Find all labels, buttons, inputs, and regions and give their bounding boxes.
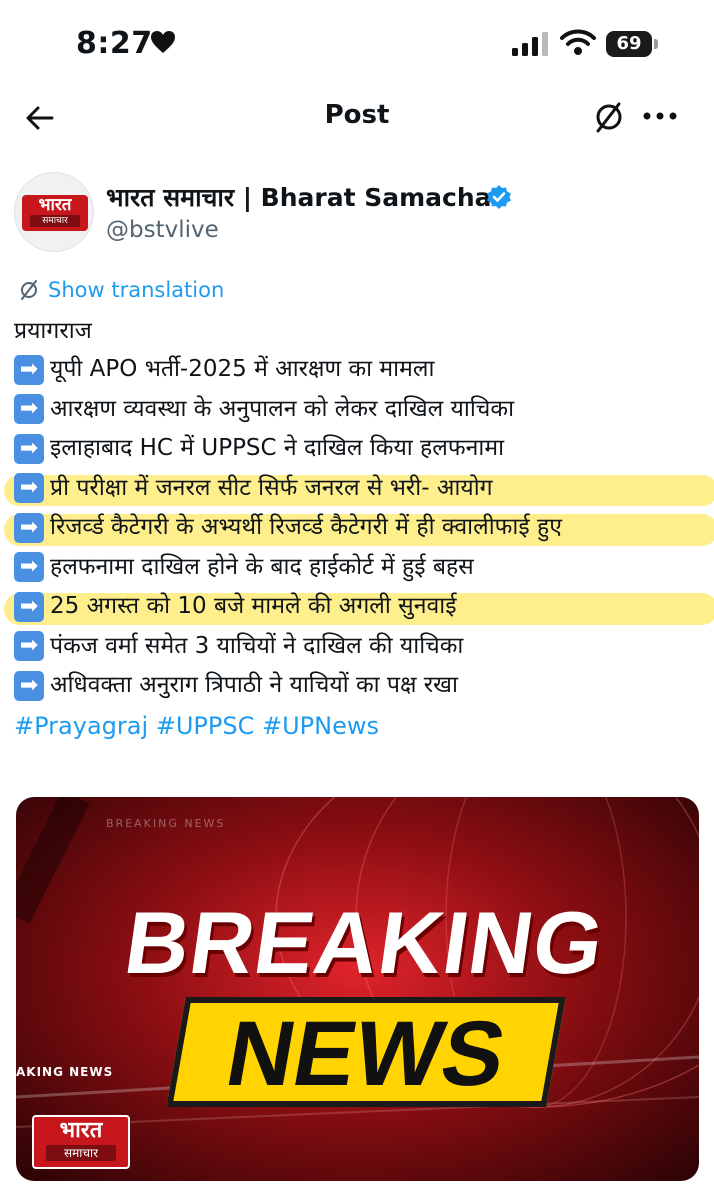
post-line: ➡ हलफनामा दाखिल होने के बाद हाईकोर्ट में … (14, 548, 704, 588)
post-line: ➡ इलाहाबाद HC में UPPSC ने दाखिल किया हलफ… (14, 429, 704, 469)
ticker-text: AKING NEWS (16, 1065, 114, 1079)
arrow-right-icon: ➡ (14, 473, 44, 504)
post-heading-text: प्रयागराज (14, 318, 92, 345)
post-line: ➡ अधिवक्ता अनुराग त्रिपाठी ने याचियों का … (14, 666, 704, 706)
post-line-text: प्री परीक्षा में जनरल सीट सिर्फ जनरल से … (50, 474, 493, 501)
post-heading: प्रयागराज (14, 314, 704, 350)
nav-bar: Post (0, 90, 714, 150)
arrow-right-icon: ➡ (14, 591, 44, 622)
battery-tip (654, 39, 658, 49)
show-translation-label[interactable]: Show translation (48, 278, 224, 302)
avatar-logo-bottom: समाचार (30, 215, 80, 227)
show-translation-link[interactable]: Show translation (18, 276, 224, 304)
logo-top: भारत (59, 1118, 103, 1143)
breaking-headline: BREAKING (119, 893, 611, 992)
translate-small-icon (21, 280, 37, 300)
post-line-text: 25 अगस्त को 10 बजे मामले की अगली सुनवाई (50, 593, 457, 619)
wifi-icon (560, 29, 596, 55)
arrow-right-icon: ➡ (14, 354, 44, 385)
arrow-right-icon: ➡ (14, 433, 44, 464)
signal-icon (512, 32, 548, 56)
background-ticker: BREAKING NEWS (106, 817, 226, 830)
heart-icon (151, 31, 175, 53)
arrow-right-icon: ➡ (14, 512, 44, 543)
back-arrow-icon[interactable] (24, 102, 56, 134)
arrow-right-icon: ➡ (14, 394, 44, 425)
author-handle[interactable]: @bstvlive (106, 217, 219, 243)
post-line: ➡ 25 अगस्त को 10 बजे मामले की अगली सुनवाई (4, 587, 714, 627)
breaking-news-image[interactable]: BREAKING NEWS BREAKING NEWS AKING NEWS भ… (16, 797, 699, 1181)
avatar-logo-top: भारत (38, 195, 72, 215)
avatar-logo: भारत समाचार (22, 195, 88, 231)
logo-bottom: समाचार (46, 1145, 116, 1161)
post-line-text: इलाहाबाद HC में UPPSC ने दाखिल किया हलफन… (50, 435, 505, 461)
battery-icon: 69 (606, 31, 658, 57)
translate-icon[interactable] (592, 100, 626, 134)
post-line-text: अधिवक्ता अनुराग त्रिपाठी ने याचियों का प… (50, 672, 458, 698)
post-line-text: हलफनामा दाखिल होने के बाद हाईकोर्ट में ह… (50, 553, 474, 580)
hashtags[interactable]: #Prayagraj #UPPSC #UPNews (14, 706, 704, 746)
avatar[interactable]: भारत समाचार (14, 172, 94, 252)
post-line: ➡ यूपी APO भर्ती-2025 में आरक्षण का मामला (14, 350, 704, 390)
post-line-text: रिजर्व्ड कैटेगरी के अभ्यर्थी रिजर्व्ड कै… (50, 514, 562, 540)
arrow-right-icon: ➡ (14, 552, 44, 583)
arrow-right-icon: ➡ (14, 631, 44, 662)
post-line-text: आरक्षण व्यवस्था के अनुपालन को लेकर दाखिल… (50, 395, 515, 422)
author-name[interactable]: भारत समाचार | Bharat Samachar (106, 180, 504, 214)
post-line-text: यूपी APO भर्ती-2025 में आरक्षण का मामला (50, 356, 435, 382)
status-bar: 8:27 69 (0, 0, 714, 90)
post-line-text: पंकज वर्मा समेत 3 याचियों ने दाखिल की या… (50, 632, 464, 659)
battery-level: 69 (606, 31, 652, 57)
news-headline: NEWS (219, 1003, 514, 1105)
post-line: ➡ आरक्षण व्यवस्था के अनुपालन को लेकर दाखि… (14, 390, 704, 430)
post-lines: ➡ यूपी APO भर्ती-2025 में आरक्षण का मामला… (4, 350, 714, 706)
verified-icon (487, 185, 511, 209)
bharat-samachar-logo: भारत समाचार (32, 1115, 130, 1169)
arrow-right-icon: ➡ (14, 670, 44, 701)
status-time: 8:27 (76, 26, 153, 61)
more-icon[interactable] (640, 104, 680, 128)
post-line: ➡ रिजर्व्ड कैटेगरी के अभ्यर्थी रिजर्व्ड क… (4, 508, 714, 548)
post-line: ➡ प्री परीक्षा में जनरल सीट सिर्फ जनरल से… (4, 469, 714, 509)
post-line: ➡ पंकज वर्मा समेत 3 याचियों ने दाखिल की य… (14, 627, 704, 667)
post-text: प्रयागराज ➡ यूपी APO भर्ती-2025 में आरक्ष… (4, 314, 714, 746)
